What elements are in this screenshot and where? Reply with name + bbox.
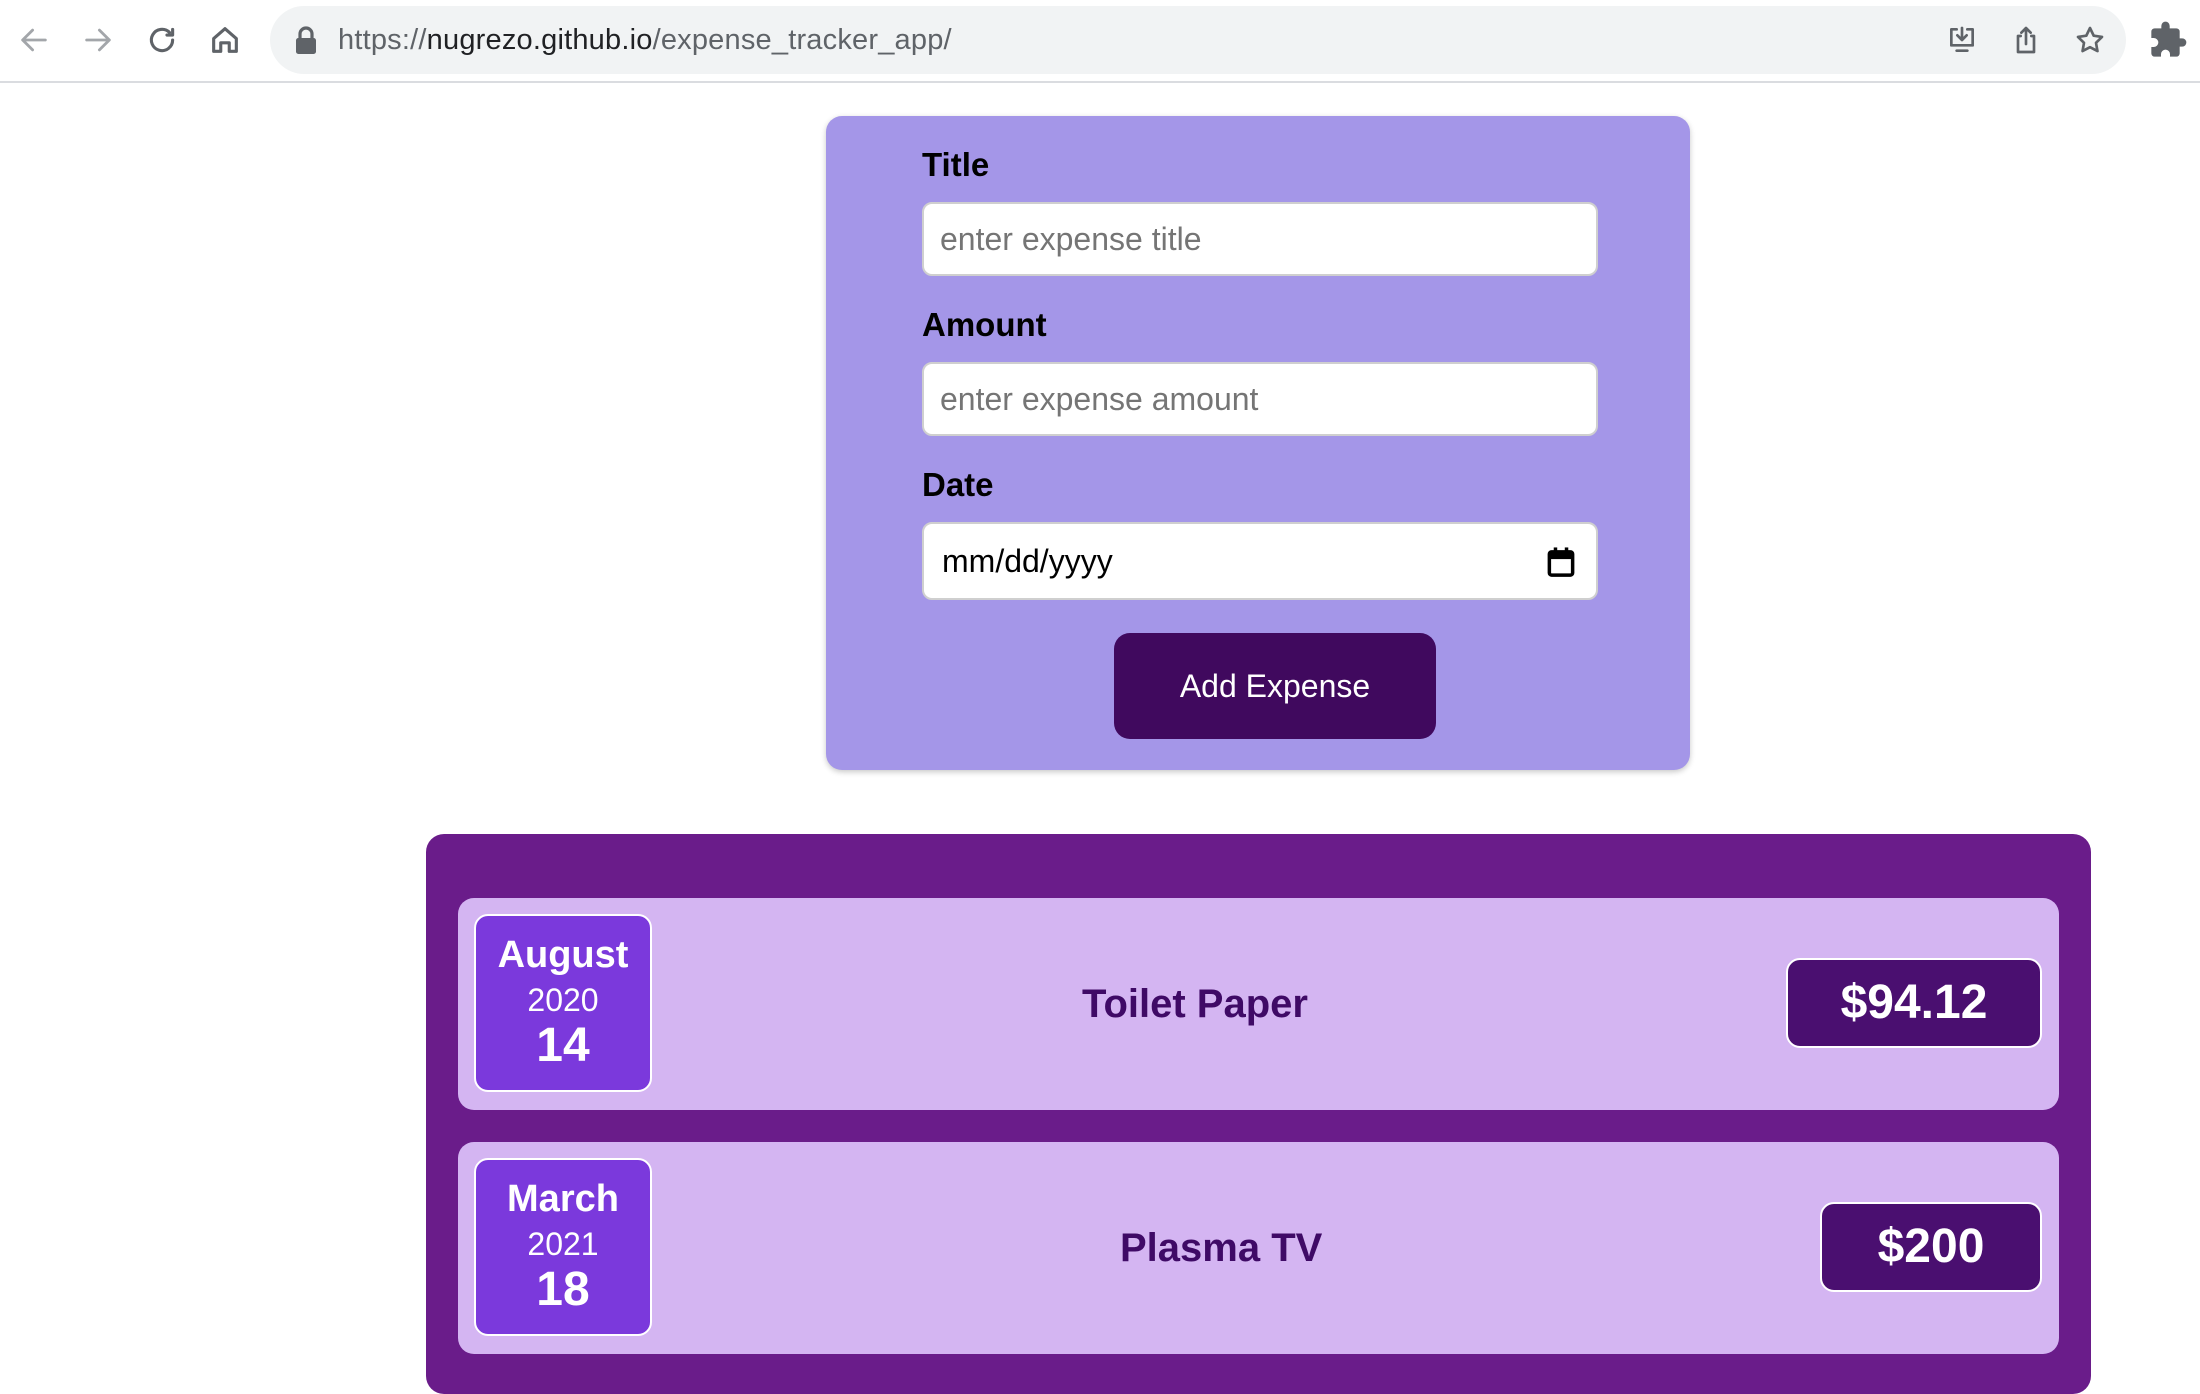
expense-date: March 2021 18	[474, 1158, 652, 1336]
amount-input[interactable]	[922, 362, 1598, 436]
expense-price: $94.12	[1786, 958, 2042, 1048]
star-icon	[2076, 26, 2104, 53]
date-label: Date	[922, 466, 994, 503]
lock-icon	[296, 26, 316, 54]
amount-label: Amount	[922, 306, 1047, 343]
browser-toolbar: https://nugrezo.github.io/expense_tracke…	[0, 0, 2200, 83]
title-label: Title	[922, 146, 990, 183]
expense-date-year: 2021	[527, 1226, 599, 1262]
address-bar[interactable]: https://nugrezo.github.io/expense_tracke…	[270, 6, 2126, 74]
forward-button[interactable]	[72, 14, 124, 66]
reload-button[interactable]	[136, 14, 188, 66]
install-icon	[1950, 26, 1974, 52]
arrow-left-icon	[21, 28, 47, 52]
back-button[interactable]	[8, 14, 60, 66]
url-path: /expense_tracker_app/	[652, 24, 952, 56]
add-expense-button[interactable]: Add Expense	[1114, 633, 1436, 739]
expense-date: August 2020 14	[474, 914, 652, 1092]
expense-date-month: August	[497, 934, 629, 976]
url-host: nugrezo.github.io	[426, 24, 653, 56]
title-input[interactable]	[922, 202, 1598, 276]
calendar-icon[interactable]	[1546, 546, 1576, 578]
install-app-button[interactable]	[1942, 20, 1982, 60]
expense-item: August 2020 14 Toilet Paper $94.12	[458, 898, 2059, 1110]
expense-price: $200	[1820, 1202, 2042, 1292]
home-button[interactable]	[199, 14, 251, 66]
share-button[interactable]	[2006, 20, 2046, 60]
arrow-right-icon	[85, 28, 111, 52]
date-input[interactable]: mm/dd/yyyy	[922, 522, 1598, 600]
new-expense-form: Title Amount Date mm/dd/yyyy Add Expense	[826, 116, 1690, 770]
bookmark-button[interactable]	[2070, 20, 2110, 60]
expense-date-month: March	[507, 1178, 619, 1220]
url-scheme: https://	[338, 24, 427, 56]
expense-item: March 2021 18 Plasma TV $200	[458, 1142, 2059, 1354]
reload-icon	[149, 27, 175, 53]
date-placeholder: mm/dd/yyyy	[942, 543, 1113, 579]
home-icon	[212, 27, 238, 53]
expense-date-day: 14	[536, 1019, 590, 1072]
expense-title: Plasma TV	[1120, 1226, 1323, 1270]
expenses-list: August 2020 14 Toilet Paper $94.12 March…	[426, 834, 2091, 1394]
share-icon	[2016, 26, 2036, 54]
expense-date-year: 2020	[527, 982, 599, 1018]
expense-date-day: 18	[536, 1263, 590, 1316]
url-text[interactable]: https://nugrezo.github.io/expense_tracke…	[338, 6, 952, 74]
puzzle-extensions-icon[interactable]	[2148, 20, 2188, 60]
expense-title: Toilet Paper	[1082, 982, 1308, 1026]
